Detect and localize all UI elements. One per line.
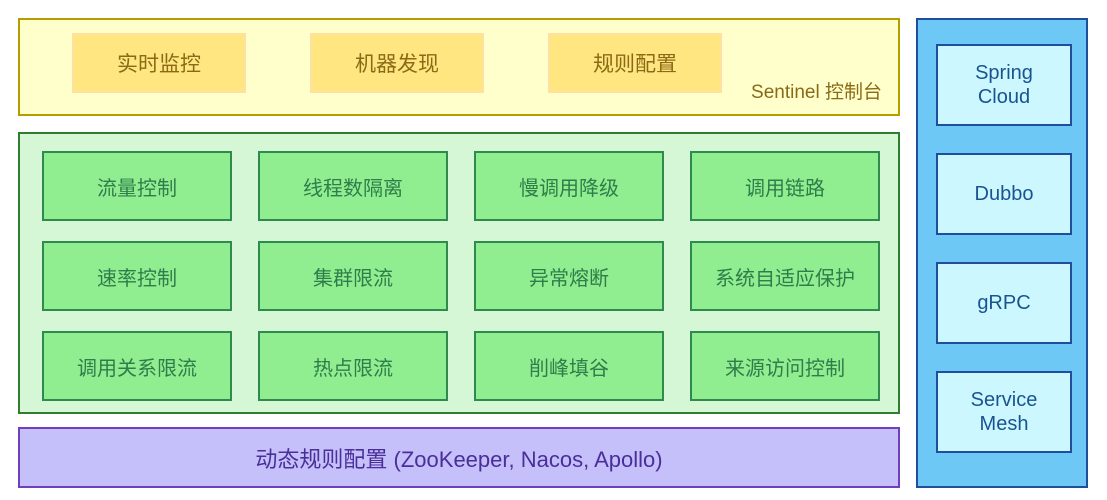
core-box-call-chain[interactable]: 调用链路 — [690, 151, 880, 221]
left-stack: 实时监控 机器发现 规则配置 Sentinel 控制台 流量控制 线程数隔离 慢… — [18, 18, 900, 488]
core-box-label: 调用链路 — [745, 177, 825, 200]
adapter-panel: Spring Cloud Dubbo gRPC Service Mesh — [916, 18, 1088, 488]
console-panel-label: Sentinel 控制台 — [751, 82, 882, 103]
adapter-box-label: Dubbo — [974, 183, 1034, 205]
core-box-label: 来源访问控制 — [725, 357, 845, 380]
adapter-box-spring-cloud[interactable]: Spring Cloud — [936, 44, 1072, 126]
core-box-label: 流量控制 — [97, 177, 177, 200]
adapter-box-grpc[interactable]: gRPC — [936, 262, 1072, 344]
core-box-hotspot-flow-limit[interactable]: 热点限流 — [258, 331, 448, 401]
core-box-thread-isolation[interactable]: 线程数隔离 — [258, 151, 448, 221]
core-capability-panel: 流量控制 线程数隔离 慢调用降级 调用链路 速率控制 集群限流 异常熔断 系统自… — [18, 132, 900, 414]
core-box-label: 热点限流 — [313, 357, 393, 380]
console-box-machine-discovery[interactable]: 机器发现 — [310, 33, 484, 93]
adapter-box-service-mesh[interactable]: Service Mesh — [936, 371, 1072, 453]
console-box-label: 实时监控 — [117, 53, 201, 76]
console-box-label: 机器发现 — [355, 53, 439, 76]
core-box-label: 速率控制 — [97, 267, 177, 290]
sentinel-architecture-diagram: 实时监控 机器发现 规则配置 Sentinel 控制台 流量控制 线程数隔离 慢… — [0, 0, 1107, 500]
core-box-peak-shaving[interactable]: 削峰填谷 — [474, 331, 664, 401]
console-box-realtime-monitoring[interactable]: 实时监控 — [72, 33, 246, 93]
dynamic-rule-datasource-bar[interactable]: 动态规则配置 (ZooKeeper, Nacos, Apollo) — [18, 427, 900, 488]
core-box-label: 削峰填谷 — [529, 357, 609, 380]
core-box-label: 调用关系限流 — [77, 357, 197, 380]
adapter-box-label: Spring Cloud — [975, 62, 1033, 108]
core-box-cluster-flow-limit[interactable]: 集群限流 — [258, 241, 448, 311]
console-box-rule-configuration[interactable]: 规则配置 — [548, 33, 722, 93]
core-box-rate-control[interactable]: 速率控制 — [42, 241, 232, 311]
core-box-exception-circuit-break[interactable]: 异常熔断 — [474, 241, 664, 311]
core-box-label: 系统自适应保护 — [715, 267, 855, 290]
core-box-label: 慢调用降级 — [519, 177, 619, 200]
dynamic-rule-datasource-label: 动态规则配置 (ZooKeeper, Nacos, Apollo) — [255, 446, 663, 472]
core-box-origin-access-control[interactable]: 来源访问控制 — [690, 331, 880, 401]
core-box-system-adaptive-protection[interactable]: 系统自适应保护 — [690, 241, 880, 311]
core-box-label: 异常熔断 — [529, 267, 609, 290]
core-capability-grid: 流量控制 线程数隔离 慢调用降级 调用链路 速率控制 集群限流 异常熔断 系统自… — [42, 151, 880, 401]
console-panel: 实时监控 机器发现 规则配置 Sentinel 控制台 — [18, 18, 900, 116]
adapter-box-label: Service Mesh — [970, 389, 1038, 435]
core-box-label: 线程数隔离 — [303, 177, 403, 200]
core-box-slow-call-degrade[interactable]: 慢调用降级 — [474, 151, 664, 221]
adapter-box-label: gRPC — [977, 292, 1031, 314]
core-box-flow-control[interactable]: 流量控制 — [42, 151, 232, 221]
console-box-label: 规则配置 — [593, 53, 677, 76]
adapter-list: Spring Cloud Dubbo gRPC Service Mesh — [936, 44, 1072, 453]
core-box-label: 集群限流 — [313, 267, 393, 290]
adapter-box-dubbo[interactable]: Dubbo — [936, 153, 1072, 235]
console-box-group: 实时监控 机器发现 规则配置 — [72, 33, 722, 93]
core-box-relation-flow-limit[interactable]: 调用关系限流 — [42, 331, 232, 401]
